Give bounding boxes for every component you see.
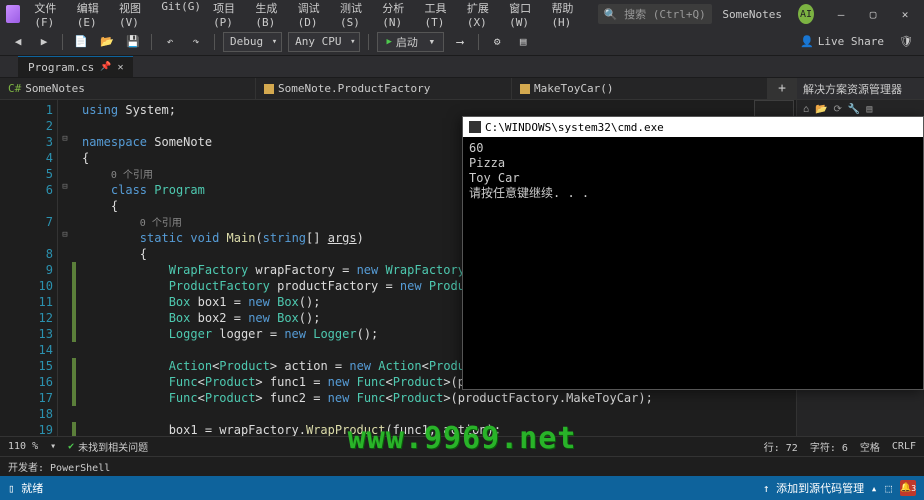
nav-bar: C#SomeNotes SomeNote.ProductFactory Make… xyxy=(0,78,796,100)
back-button[interactable]: ◀ xyxy=(8,32,28,52)
forward-button[interactable]: ▶ xyxy=(34,32,54,52)
ready-indicator: ▯ 就绪 xyxy=(8,480,43,496)
open-button[interactable]: 📂 xyxy=(97,32,117,52)
nav-member[interactable]: MakeToyCar() xyxy=(512,78,768,99)
step-button[interactable]: ⭢ xyxy=(450,32,470,52)
menu-窗口(W)[interactable]: 窗口(W) xyxy=(503,0,545,33)
redo-button[interactable]: ↷ xyxy=(186,32,206,52)
menu-扩展(X)[interactable]: 扩展(X) xyxy=(461,0,503,33)
issues-indicator[interactable]: ✔未找到相关问题 xyxy=(68,439,148,454)
menu-测试(S)[interactable]: 测试(S) xyxy=(334,0,376,33)
tab-strip: Program.cs 📌 ✕ xyxy=(0,56,924,78)
spaces-indicator[interactable]: 空格 xyxy=(860,439,880,454)
tool-btn-1[interactable]: ⚙ xyxy=(487,32,507,52)
csharp-icon: C# xyxy=(8,82,21,95)
notifications-button[interactable]: 🔔3 xyxy=(900,480,916,496)
toolbar: ◀ ▶ 📄 📂 💾 ↶ ↷ Debug Any CPU ▶启动 ▾ ⭢ ⚙ ▤ … xyxy=(0,28,924,56)
menu-编辑(E)[interactable]: 编辑(E) xyxy=(71,0,113,33)
tab-close-button[interactable]: ✕ xyxy=(117,62,123,73)
nav-project[interactable]: C#SomeNotes xyxy=(0,78,256,99)
status-bar: ▯ 就绪 ↑ 添加到源代码管理 ▴ ⬚ 🔔3 xyxy=(0,476,924,500)
menu-Git(G)[interactable]: Git(G) xyxy=(155,0,207,33)
pin-icon[interactable]: 📌 xyxy=(100,62,111,72)
menu-工具(T)[interactable]: 工具(T) xyxy=(419,0,461,33)
maximize-button[interactable]: ▢ xyxy=(858,4,888,24)
nav-type[interactable]: SomeNote.ProductFactory xyxy=(256,78,512,99)
config-combo[interactable]: Debug xyxy=(223,32,282,52)
menu-bar: 文件(F)编辑(E)视图(V)Git(G)项目(P)生成(B)调试(D)测试(S… xyxy=(0,0,924,28)
watermark-text: www.9969.net xyxy=(348,421,577,456)
close-button[interactable]: ✕ xyxy=(890,4,920,24)
cmd-window[interactable]: C:\WINDOWS\system32\cmd.exe 60 Pizza Toy… xyxy=(462,116,924,390)
cmd-icon xyxy=(469,121,481,133)
char-indicator: 字符: 6 xyxy=(810,439,848,454)
source-control[interactable]: ↑ 添加到源代码管理 ▴ xyxy=(763,480,878,496)
crlf-indicator[interactable]: CRLF xyxy=(892,441,916,452)
menu-帮助(H)[interactable]: 帮助(H) xyxy=(545,0,587,33)
menu-视图(V)[interactable]: 视图(V) xyxy=(113,0,155,33)
check-icon: ✔ xyxy=(68,441,74,452)
line-indicator: 行: 72 xyxy=(764,439,798,454)
publish-button[interactable]: ⬚ xyxy=(885,482,892,495)
search-input[interactable]: 🔍 搜索 (Ctrl+Q) xyxy=(598,4,713,24)
user-avatar[interactable]: AI xyxy=(798,4,814,24)
vs-logo-icon xyxy=(6,5,20,23)
platform-combo[interactable]: Any CPU xyxy=(288,32,360,52)
zoom-level[interactable]: 110 % xyxy=(8,441,38,452)
save-all-button[interactable]: 💾 xyxy=(123,32,143,52)
developer-powershell-bar[interactable]: 开发者: PowerShell xyxy=(0,456,924,476)
menu-调试(D)[interactable]: 调试(D) xyxy=(292,0,334,33)
cmd-output: 60 Pizza Toy Car 请按任意键继续. . . xyxy=(463,137,923,205)
start-button[interactable]: ▶启动 ▾ xyxy=(377,32,444,52)
tool-btn-2[interactable]: ▤ xyxy=(513,32,533,52)
tab-program-cs[interactable]: Program.cs 📌 ✕ xyxy=(18,56,133,77)
live-share-button[interactable]: 👤Live Share xyxy=(800,35,884,48)
add-tab-button[interactable]: + xyxy=(768,78,796,99)
solution-name[interactable]: SomeNotes xyxy=(714,4,790,25)
method-icon xyxy=(520,84,530,94)
search-icon: 🔍 xyxy=(604,8,618,21)
minimize-button[interactable]: — xyxy=(826,4,856,24)
new-button[interactable]: 📄 xyxy=(71,32,91,52)
menu-项目(P)[interactable]: 项目(P) xyxy=(207,0,249,33)
panel-title: 解决方案资源管理器 xyxy=(797,78,924,100)
admin-icon: 🛡 xyxy=(896,32,916,52)
cmd-title-bar[interactable]: C:\WINDOWS\system32\cmd.exe xyxy=(463,117,923,137)
live-share-icon: 👤 xyxy=(800,35,814,48)
play-icon: ▶ xyxy=(386,37,391,47)
menu-分析(N)[interactable]: 分析(N) xyxy=(376,0,418,33)
class-icon xyxy=(264,84,274,94)
undo-button[interactable]: ↶ xyxy=(160,32,180,52)
menu-生成(B)[interactable]: 生成(B) xyxy=(249,0,291,33)
menu-文件(F)[interactable]: 文件(F) xyxy=(28,0,70,33)
